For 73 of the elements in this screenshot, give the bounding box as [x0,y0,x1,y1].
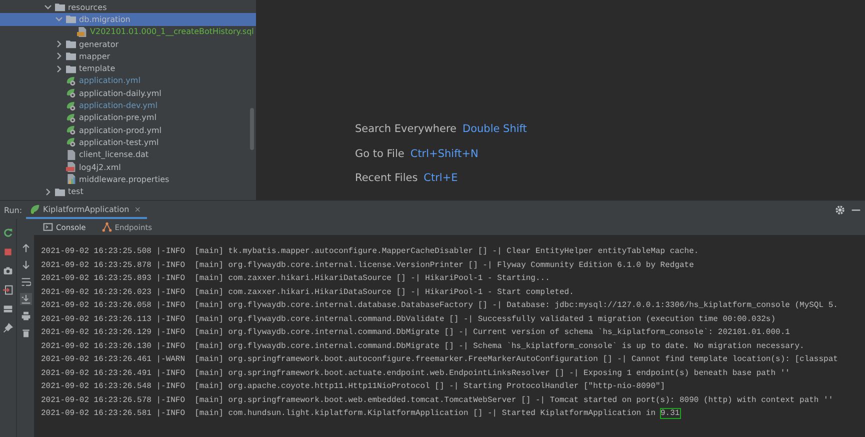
network-icon [102,222,112,232]
log-line: 2021-09-02 16:23:26.491 |-INFO [main] org.springframework.boot.actuate.endpoint.web.EndpointLinksResolver [] -| Exposing 1 endpoint(s) beneath base path '' [41,368,790,378]
hint-label: Go to File [355,148,404,162]
log-line: 2021-09-02 16:23:26.023 |-INFO [main] com.zaxxer.hikari.HikariDataSource [] -| HikariPool-1 - Start completed. [41,288,574,296]
exit-icon[interactable] [2,284,14,296]
log-line: 2021-09-02 16:23:25.878 |-INFO [main] org.flywaydb.core.internal.license.VersionPrinter [] -| Flyway Community Edition 6.1.0 by Redgate [41,260,694,270]
tree-item[interactable]: resources [0,1,256,14]
log-line: 2021-09-02 16:23:25.893 |-INFO [main] com.zaxxer.hikari.HikariDataSource [] -| HikariPool-1 - Starting... [41,274,550,283]
chart-file-icon [66,174,76,184]
chevron-icon[interactable] [55,64,63,73]
tree-item[interactable]: V202101.01.000_1__createBotHistory.sql [0,26,256,38]
shortcut-text: Double Shift [462,123,527,137]
folder-icon [55,2,65,12]
chevron-icon[interactable] [44,3,52,12]
close-icon[interactable]: × [134,204,141,214]
folder-icon [66,39,76,50]
shortcut-text: Ctrl+E [424,172,458,186]
log-line: 2021-09-02 16:23:26.578 |-INFO [main] org.springframework.boot.web.embedded.tomcat.TomcatWebServer [] -| Tomcat started on port(s): 8090 (http) with context path '' [41,396,834,404]
chevron-icon[interactable] [55,52,63,60]
tree-item[interactable]: test [0,185,256,198]
chevron-icon[interactable] [55,40,63,48]
highlighted-text: 9.31 [660,409,680,418]
tree-item[interactable]: mapper [0,50,256,62]
tree-item[interactable]: template [0,62,256,75]
tree-item[interactable]: application.yml [0,74,256,88]
leaf-gear-icon [66,100,76,111]
tree-item[interactable]: application-test.yml [0,136,256,149]
log-line: 2021-09-02 16:23:25.508 |-INFO [main] tk.mybatis.mapper.autoconfigure.MapperCacheDisabler [] -| Clear EntityHelper entityTableMap cache. [41,247,699,256]
folder-icon [66,64,76,74]
leaf-icon [30,204,40,214]
log-line: 2021-09-02 16:23:26.058 |-INFO [main] org.flywaydb.core.internal.database.DatabaseFactory [] -| Database: jdbc:mysql://127.0.0.1:3306/hs_kiplatform_console (MySQL 5. [41,301,838,310]
file-icon [66,150,76,160]
tree-item[interactable]: application-pre.yml [0,112,256,124]
log-line: 2021-09-02 16:23:26.113 |-INFO [main] org.flywaydb.core.internal.command.DbValidate [] -| Successfully validated 1 migration (execution time 00:00.032s) [41,314,776,324]
pin-icon[interactable] [2,322,14,334]
tree-item[interactable]: application-prod.yml [0,124,256,136]
log-line: 2021-09-02 16:23:26.548 |-INFO [main] org.apache.coyote.http11.Http11NioProtocol [] -| Starting ProtocolHandler ["http-nio-8090"] [41,382,666,391]
run-label: Run: [3,206,24,214]
scroll-to-end-icon[interactable] [20,293,32,305]
shortcut-text: Ctrl+Shift+N [410,148,478,162]
tree-item[interactable]: log4j2.xml [0,160,256,174]
log-line: 2021-09-02 16:23:26.129 |-INFO [main] org.flywaydb.core.internal.command.DbMigrate [] -| Current version of schema `hs_kiplatform_console`: 202101.01.000.1 [41,328,790,337]
hint-label: Search Everywhere [355,123,456,137]
tree-item[interactable]: client_license.dat [0,148,256,161]
leaf-gear-icon [66,76,76,86]
leaf-gear-icon [66,112,76,123]
tree-item[interactable]: middleware.properties [0,173,256,186]
xml-file-icon [66,162,76,172]
layout-icon[interactable] [2,303,14,315]
log-line: 2021-09-02 16:23:26.461 |-WARN [main] org.springframework.boot.autoconfigure.freemarker.FreeMarkerAutoConfiguration [] -| Cannot find template location(s): [classpat [41,355,838,364]
tree-item[interactable]: generator [0,38,256,50]
log-line: 2021-09-02 16:23:26.130 |-INFO [main] org.flywaydb.core.internal.command.DbMigrate [] -| Schema `hs_kiplatform_console` is up to date. No migration necessary. [41,342,804,350]
trash-icon[interactable] [20,327,32,339]
down-arrow-icon[interactable] [20,259,32,271]
hint-label: Recent Files [355,172,418,186]
database-file-icon [77,26,87,37]
settings-icon[interactable] [835,205,845,215]
leaf-gear-icon [66,137,76,148]
console-icon [43,222,53,232]
folder-icon [66,14,76,24]
log-line: 2021-09-02 16:23:26.581 |-INFO [main] com.hundsun.light.kiplatform.KiplatformApplication [] -| Started KiplatformApplication in [41,409,656,418]
rerun-icon[interactable] [2,227,14,239]
print-icon[interactable] [20,310,32,322]
chevron-icon[interactable] [44,188,52,196]
camera-icon[interactable] [2,265,14,277]
tree-item[interactable]: application-daily.yml [0,87,256,100]
folder-icon [55,186,65,197]
tree-item[interactable]: application-dev.yml [0,99,256,112]
stop-icon[interactable] [2,246,14,258]
folder-icon [66,51,76,62]
leaf-gear-icon [66,88,76,98]
leaf-gear-icon [66,125,76,136]
wrap-icon[interactable] [20,276,32,288]
